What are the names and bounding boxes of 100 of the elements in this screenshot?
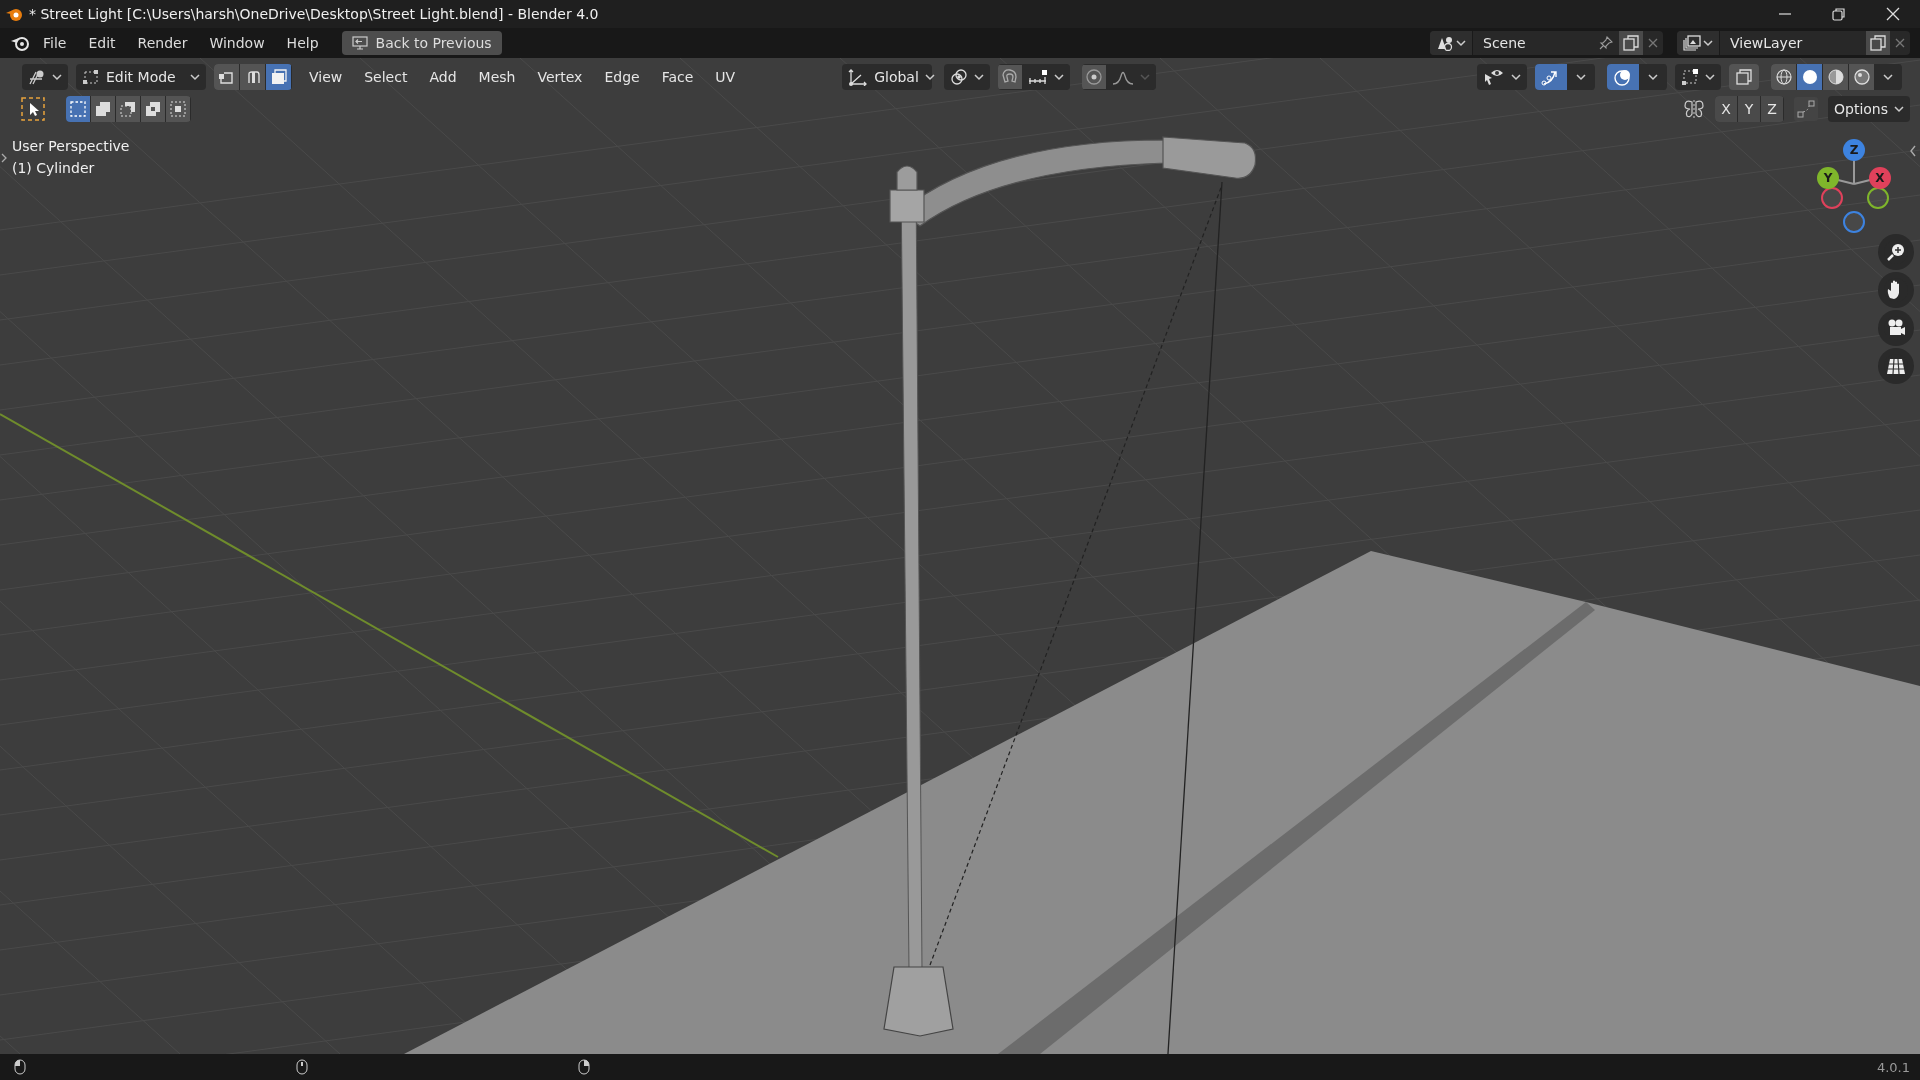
butterfly-mirror-icon[interactable] (1683, 98, 1705, 120)
mouse-icon (578, 1059, 590, 1075)
box-mode-button[interactable] (66, 96, 90, 122)
pivot-dropdown[interactable] (944, 64, 991, 90)
menu-item[interactable]: Edit (79, 31, 125, 55)
mouse-icon (14, 1059, 26, 1075)
menu-item[interactable]: Help (277, 31, 328, 55)
restore-icon[interactable] (1832, 7, 1846, 21)
mouse-icon (296, 1059, 308, 1075)
select-mode-button[interactable] (214, 64, 239, 90)
overlay-icon (1613, 68, 1633, 86)
magnet-icon[interactable] (998, 65, 1023, 89)
viewport-info-text: User Perspective (12, 137, 130, 156)
axis-handle[interactable]: X (1869, 167, 1891, 189)
wireframe-icon (1774, 68, 1793, 86)
caret-icon (1140, 72, 1151, 82)
window-title: * Street Light [C:\Users\harsh\OneDrive\Desktop\Street Light.blend] - Blender 4.0 (29, 6, 599, 22)
proportional-edit-icon[interactable] (1082, 65, 1107, 89)
caret-icon (1894, 104, 1905, 114)
axis-toggle[interactable]: Z (1761, 96, 1783, 122)
selectability-dropdown[interactable] (1477, 64, 1527, 90)
transform-axes-icon (848, 68, 869, 86)
xray-button[interactable] (1729, 64, 1759, 90)
selection-mode-icon (119, 100, 137, 118)
menu-item[interactable]: Window (200, 31, 274, 55)
menu-item[interactable]: Edge (595, 66, 649, 88)
image-stack-icon (1683, 35, 1701, 51)
selection-mode-icon (169, 100, 187, 118)
axis-handle[interactable]: Z (1843, 139, 1865, 161)
menu-item[interactable]: View (300, 66, 352, 88)
axes-sphere-icon (28, 69, 46, 85)
duplicate-icon[interactable] (1866, 31, 1890, 55)
xray-icon (1735, 68, 1753, 86)
select-mode-button[interactable] (240, 64, 265, 90)
mode-dropdown[interactable]: Edit Mode (76, 64, 206, 90)
axis-toggle[interactable]: Y (1738, 96, 1760, 122)
select-box-tool-icon[interactable] (20, 96, 46, 122)
close-icon[interactable] (1886, 7, 1900, 21)
orientation-dropdown[interactable]: Global (842, 64, 933, 90)
shading-button[interactable] (1849, 64, 1874, 90)
overlay-button[interactable] (1607, 64, 1639, 90)
menu-item[interactable]: UV (706, 66, 745, 88)
caret-icon (1703, 38, 1713, 48)
box-mode-button[interactable] (166, 96, 190, 122)
menu-item[interactable]: Render (128, 31, 197, 55)
caret-icon (1883, 72, 1893, 82)
caret-icon (1054, 72, 1065, 82)
caret-icon (1511, 72, 1521, 82)
menu-item[interactable]: Mesh (469, 66, 525, 88)
monitor-icon (351, 36, 368, 50)
blender-logo-icon[interactable] (10, 34, 30, 52)
caret-icon (1576, 72, 1586, 82)
box-mode-button[interactable] (91, 96, 115, 122)
menu-item[interactable]: Vertex (528, 66, 592, 88)
pin-icon (1599, 36, 1613, 50)
axis-handle[interactable] (1843, 211, 1865, 233)
caret-icon (1456, 38, 1466, 48)
shading-button[interactable] (1771, 64, 1796, 90)
caret-icon (974, 72, 985, 82)
vertex-square-icon (1681, 68, 1699, 86)
caret-icon (924, 72, 935, 82)
rendered-sphere-icon (1852, 68, 1871, 86)
back-to-previous-button[interactable]: Back to Previous (341, 31, 502, 55)
box-mode-button[interactable] (116, 96, 140, 122)
version-text: 4.0.1 (1876, 1059, 1911, 1075)
select-mode-button[interactable] (266, 64, 291, 90)
gizmo-button[interactable] (1535, 64, 1567, 90)
viewport-info-text: (1) Cylinder (12, 159, 96, 178)
editor-type-button[interactable] (22, 64, 68, 90)
selection-mode-icon (144, 100, 162, 118)
menu-item[interactable]: Face (652, 66, 703, 88)
options-dropdown[interactable]: Options (1828, 96, 1910, 122)
auto-merge-icon[interactable] (1794, 97, 1818, 121)
image-stack-type-button[interactable] (1677, 31, 1720, 55)
eye-pointer-icon (1483, 68, 1505, 86)
shading-button[interactable] (1797, 64, 1822, 90)
menu-item[interactable]: Select (355, 66, 417, 88)
selection-mode-icon (94, 100, 112, 118)
selection-mode-icon (69, 100, 87, 118)
caret-icon (52, 72, 62, 82)
menu-item[interactable]: File (34, 31, 76, 55)
pivot-icon (950, 68, 969, 86)
scene-icon (1436, 35, 1454, 51)
shading-button[interactable] (1823, 64, 1848, 90)
caret-icon (190, 72, 200, 82)
mesh-overlay-dropdown[interactable] (1675, 64, 1721, 90)
scene-type-button[interactable] (1430, 31, 1473, 55)
caret-icon (1705, 72, 1715, 82)
mesh-edit-icon (82, 69, 100, 85)
box-mode-button[interactable] (141, 96, 165, 122)
material-sphere-icon (1826, 68, 1845, 86)
caret-icon (1648, 72, 1658, 82)
solid-sphere-icon (1800, 68, 1819, 86)
axis-toggle[interactable]: X (1715, 96, 1737, 122)
face-select-icon (270, 69, 287, 85)
menu-item[interactable]: Add (420, 66, 466, 88)
vertex-select-icon (218, 69, 235, 85)
duplicate-icon[interactable] (1619, 31, 1643, 55)
axis-handle[interactable]: Y (1817, 167, 1839, 189)
increment-icon (1028, 68, 1049, 86)
